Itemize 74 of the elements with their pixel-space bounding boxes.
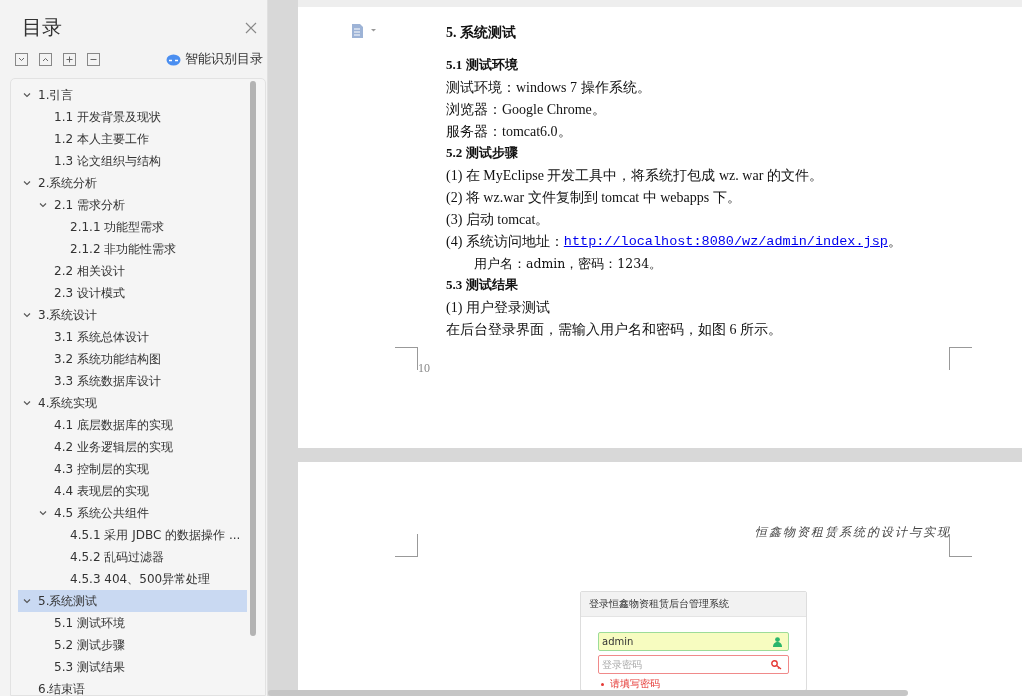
toc-item[interactable]: 2.1.2 非功能性需求 [18, 238, 247, 260]
paragraph: (1) 在 MyEclipse 开发工具中，将系统打包成 wz. war 的文件。 [446, 167, 824, 185]
toc-item[interactable]: 4.5.1 采用 JDBC 的数据操作 ... [18, 524, 247, 546]
toc-item[interactable]: 4.5.2 乱码过滤器 [18, 546, 247, 568]
page-header: 恒鑫物资租赁系统的设计与实现 [755, 524, 951, 541]
toc-item[interactable]: 4.4 表现层的实现 [18, 480, 247, 502]
crop-mark [395, 347, 418, 370]
toc-item[interactable]: 4.2 业务逻辑层的实现 [18, 436, 247, 458]
close-icon[interactable] [245, 21, 257, 34]
subheading: 5.3 测试结果 [446, 276, 519, 294]
key-icon [771, 659, 782, 670]
toc-item[interactable]: 5.2 测试步骤 [18, 634, 247, 656]
chevron-icon[interactable] [22, 178, 32, 188]
toc-item[interactable]: 5.1 测试环境 [18, 612, 247, 634]
paragraph: (4) 系统访问地址： [446, 233, 564, 251]
toc-item[interactable]: 1.1 开发背景及现状 [18, 106, 247, 128]
paragraph: 浏览器：Google Chrome。 [446, 101, 607, 119]
username-field: admin [598, 632, 789, 651]
toc-item[interactable]: 5.3 测试结果 [18, 656, 247, 678]
punctuation: 。 [887, 233, 902, 251]
toc-item[interactable]: 4.5.3 404、500异常处理 [18, 568, 247, 590]
toc-item[interactable]: 3.2 系统功能结构图 [18, 348, 247, 370]
chevron-icon[interactable] [38, 508, 48, 518]
toc-item[interactable]: 4.1 底层数据库的实现 [18, 414, 247, 436]
horizontal-scrollbar[interactable] [268, 690, 908, 696]
paragraph: (3) 启动 tomcat。 [446, 211, 551, 229]
chevron-icon[interactable] [22, 310, 32, 320]
subheading: 5.2 测试步骤 [446, 144, 519, 162]
toc-item[interactable]: 2.系统分析 [18, 172, 247, 194]
toc-item[interactable]: 3.3 系统数据库设计 [18, 370, 247, 392]
chevron-icon[interactable] [22, 596, 32, 606]
user-icon [773, 636, 782, 647]
toc-item[interactable]: 3.系统设计 [18, 304, 247, 326]
chevron-icon[interactable] [38, 200, 48, 210]
chevron-icon[interactable] [22, 398, 32, 408]
paragraph: (1) 用户登录测试 [446, 299, 551, 317]
plus-icon[interactable] [63, 53, 76, 66]
toc-item[interactable]: 3.1 系统总体设计 [18, 326, 247, 348]
toc-item[interactable]: 2.3 设计模式 [18, 282, 247, 304]
smart-toc-button[interactable]: 智能识别目录 [166, 51, 263, 68]
paragraph: 服务器：tomcat6.0。 [446, 123, 573, 141]
toc-item[interactable]: 2.1.1 功能型需求 [18, 216, 247, 238]
paragraph: 用户名：admin，密码：1234。 [473, 255, 664, 273]
password-field: 登录密码 [598, 655, 789, 674]
toc-item[interactable]: 4.3 控制层的实现 [18, 458, 247, 480]
bullet-icon [601, 682, 604, 686]
toc-item[interactable]: 4.系统实现 [18, 392, 247, 414]
toc-item[interactable]: 2.1 需求分析 [18, 194, 247, 216]
expand-icon[interactable] [39, 53, 52, 66]
crop-mark [395, 534, 418, 557]
subheading: 5.1 测试环境 [446, 56, 519, 74]
toc-item[interactable]: 1.2 本人主要工作 [18, 128, 247, 150]
heading: 5. 系统测试 [446, 24, 517, 42]
toc-item[interactable]: 5.系统测试 [18, 590, 247, 612]
minus-icon[interactable] [87, 53, 100, 66]
login-title: 登录恒鑫物资租赁后台管理系统 [581, 592, 806, 617]
cloud-icon [166, 53, 181, 66]
toc-item[interactable]: 2.2 相关设计 [18, 260, 247, 282]
paragraph: 测试环境：windows 7 操作系统。 [446, 79, 652, 97]
scrollbar-thumb[interactable] [250, 81, 256, 636]
toc-item[interactable]: 6.结束语 [18, 678, 247, 695]
toc-item[interactable]: 4.5 系统公共组件 [18, 502, 247, 524]
collapse-icon[interactable] [15, 53, 28, 66]
toc-item[interactable]: 1.3 论文组织与结构 [18, 150, 247, 172]
crop-mark [949, 347, 972, 370]
paragraph: (2) 将 wz.war 文件复制到 tomcat 中 webapps 下。 [446, 189, 742, 207]
toc-item[interactable]: 1.引言 [18, 84, 247, 106]
panel-title: 目录 [22, 14, 62, 41]
chevron-icon[interactable] [22, 90, 32, 100]
page-number: 10 [418, 361, 430, 376]
error-message: 请填写密码 [610, 678, 660, 690]
crop-mark [949, 534, 972, 557]
paragraph: 在后台登录界面，需输入用户名和密码，如图 6 所示。 [446, 321, 783, 339]
url-link[interactable]: http://localhost:8080/wz/admin/index.jsp [563, 231, 888, 253]
